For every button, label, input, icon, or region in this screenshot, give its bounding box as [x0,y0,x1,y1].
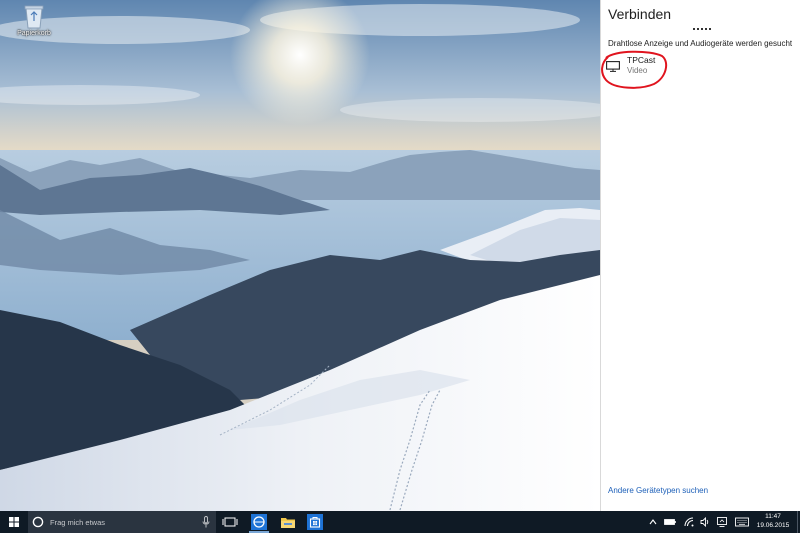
microphone-icon[interactable] [202,516,210,528]
keyboard-icon[interactable] [735,517,749,527]
cortana-icon [32,516,44,528]
cortana-search-box[interactable]: Frag mich etwas [28,511,216,533]
taskbar: Frag mich etwas 11:47 19.06.2015 [0,511,800,533]
search-status-text: Drahtlose Anzeige und Audiogeräte werden… [608,39,793,48]
monitor-icon [606,61,620,72]
find-other-devices-link[interactable]: Andere Gerätetypen suchen [608,486,708,495]
edge-icon[interactable] [251,514,267,530]
desktop-icon-label: Papierkorb [17,30,51,37]
clock-date: 19.06.2015 [756,521,790,529]
connect-icon[interactable] [717,517,727,527]
device-name: TPCast [627,55,656,65]
file-explorer-icon[interactable] [280,514,296,530]
clock-time: 11:47 [765,513,781,520]
volume-icon[interactable] [700,517,710,527]
desktop-icon-recycle-bin[interactable]: Papierkorb [12,3,56,37]
device-item-tpcast[interactable]: TPCast Video [600,52,800,80]
start-button[interactable] [0,511,28,533]
search-placeholder: Frag mich etwas [50,517,106,527]
device-type: Video [627,66,648,75]
network-icon[interactable] [684,517,694,527]
searching-progress-indicator [693,28,713,32]
recycle-bin-icon [24,5,44,29]
wallpaper-mountains [0,0,600,511]
battery-icon[interactable] [664,517,676,527]
panel-title: Verbinden [608,6,672,22]
taskbar-clock[interactable]: 11:47 19.06.2015 [752,513,794,530]
windows-logo-icon [9,517,19,527]
store-icon[interactable] [307,514,323,530]
desktop: Papierkorb [0,0,600,511]
task-view-icon[interactable] [222,515,238,529]
chevron-up-icon[interactable] [649,517,657,527]
